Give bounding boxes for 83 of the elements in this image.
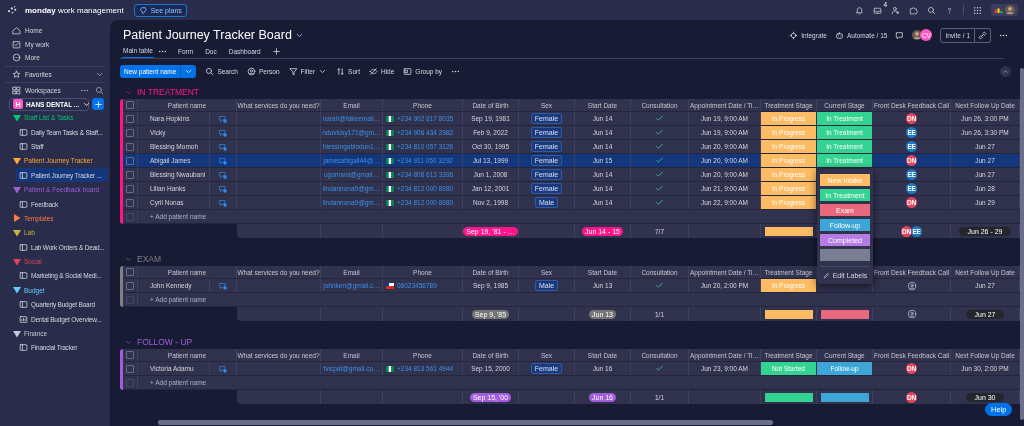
chat-icon[interactable] [219,128,227,137]
chat-icon[interactable] [219,281,227,290]
checkbox[interactable] [126,268,134,276]
sort-icon [336,66,346,76]
search-icon[interactable] [927,5,936,15]
add-tab-icon[interactable] [271,46,281,56]
flag-icon [386,282,394,289]
person-icon [247,66,256,76]
link-button[interactable] [975,27,991,43]
scrollbar[interactable] [158,420,773,425]
chat-icon[interactable] [219,142,227,151]
avatar [912,30,923,40]
star-icon [12,69,21,79]
group-title: IN TREATMENT [137,87,200,97]
more-icon [12,53,21,63]
board-icon [19,141,28,151]
home-icon [12,26,21,36]
chat-icon[interactable] [219,114,227,123]
checkbox[interactable] [126,378,134,387]
chevron-icon[interactable] [125,88,132,96]
chat-icon[interactable] [219,156,227,165]
funnel-icon [288,66,298,76]
logo-icon [6,4,19,16]
chat-icon[interactable] [219,364,227,373]
checkbox[interactable] [126,295,134,304]
checkbox[interactable] [126,114,134,123]
chat-icon[interactable] [219,198,227,207]
dropdown-button[interactable] [180,64,197,78]
checkbox[interactable] [126,156,134,165]
checkbox[interactable] [126,364,134,373]
board-icon [19,127,28,137]
pencil-icon [822,272,830,279]
board-icon [19,300,28,310]
puzzle-icon[interactable] [909,5,918,15]
checkbox[interactable] [126,170,134,179]
bell-icon[interactable] [855,5,864,15]
board-icon [19,343,28,353]
checkbox[interactable] [126,184,134,193]
board-icon [19,271,28,281]
scrollbar[interactable] [1020,68,1024,420]
checkbox[interactable] [126,198,134,207]
checkbox[interactable] [126,142,134,151]
inbox-icon[interactable] [873,5,882,15]
robot-icon [834,30,844,40]
person-icon [906,280,917,291]
group-icon [403,66,413,76]
checkbox[interactable] [126,101,134,109]
person-icon [906,309,917,319]
add-button[interactable] [92,98,104,110]
avatar [1005,5,1015,15]
checkbox[interactable] [126,212,134,221]
collapse-button[interactable] [1000,65,1011,77]
workspace-icon [12,86,21,96]
board-icon [19,170,28,180]
link-icon [978,30,987,40]
board-icon [19,199,28,209]
diamond-icon [138,5,148,15]
help-icon[interactable] [945,5,954,15]
group-title: EXAM [137,254,162,264]
eye-off-icon [369,66,378,76]
mywork-icon [12,39,21,49]
checkbox[interactable] [126,281,134,290]
search-icon [205,66,215,76]
person-add-icon[interactable] [891,5,900,15]
chevron-icon[interactable] [125,255,132,263]
checkbox[interactable] [126,351,134,359]
integrate-icon [789,30,799,40]
chevron-icon [1002,67,1009,75]
logo-icon [994,5,1003,15]
board-title: Patient Journey Tracker Board [123,28,292,42]
apps-icon[interactable] [973,5,982,15]
group-title: FOLLOW - UP [137,337,193,347]
brand-name: monday work management [25,5,124,15]
plus-icon [93,99,103,109]
search-icon[interactable] [95,86,104,96]
checkbox[interactable] [126,128,134,137]
chat-icon[interactable] [219,184,227,193]
chevron-icon[interactable] [125,338,132,346]
dashboard-icon [19,314,28,324]
flag-icon [386,365,394,372]
chat-icon[interactable] [219,170,227,179]
account-button[interactable] [991,4,1018,16]
board-icon [19,242,28,252]
